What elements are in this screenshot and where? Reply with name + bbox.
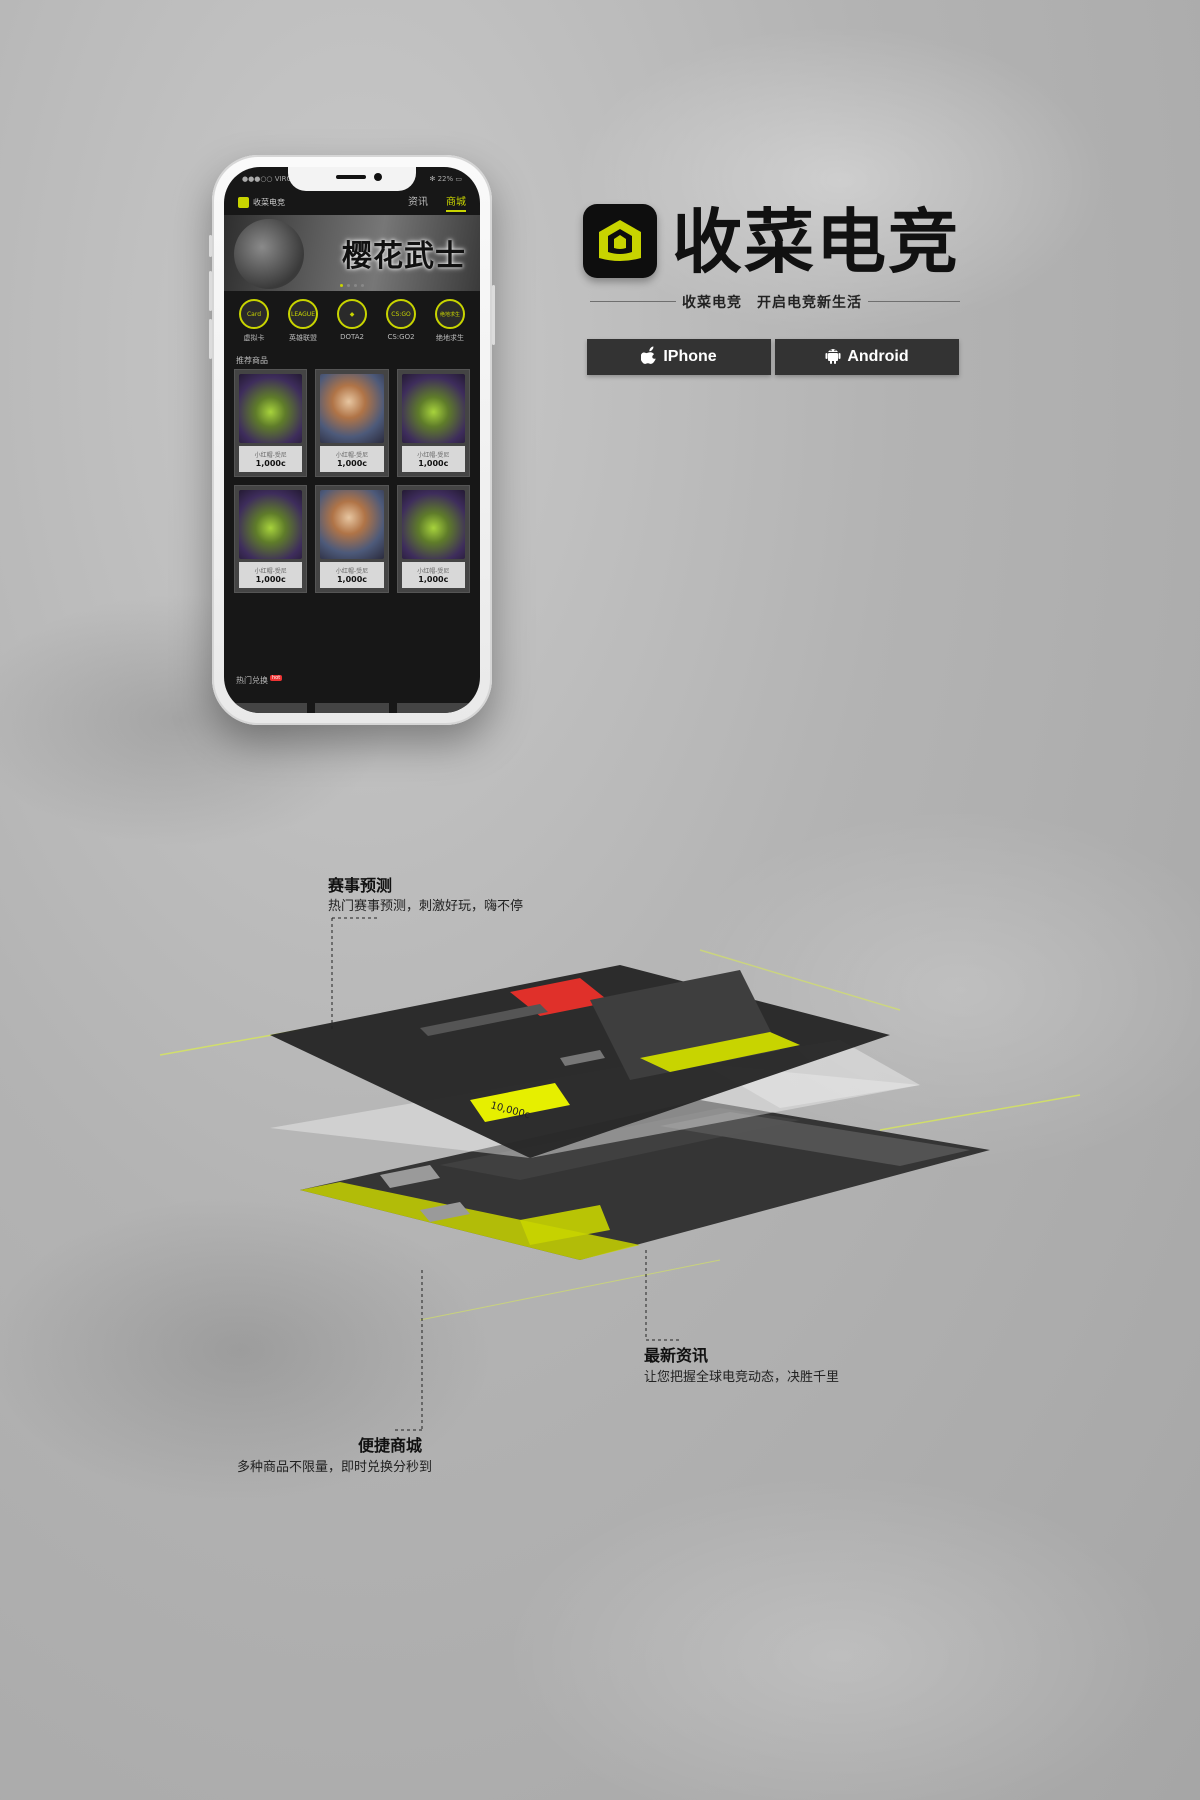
news-title: 最新资讯	[644, 1346, 709, 1365]
shop-desc: 多种商品不限量，即时兑换分秒到	[237, 1460, 433, 1475]
layered-screens-illustration: 10,000c	[159, 917, 1081, 1431]
news-desc: 让您把握全球电竞动态，决胜千里	[644, 1370, 840, 1385]
phone-notch	[288, 167, 416, 191]
shop-title: 便捷商城	[358, 1436, 423, 1455]
prediction-title: 赛事预测	[328, 876, 393, 895]
prediction-desc: 热门赛事预测，刺激好玩，嗨不停	[328, 899, 524, 914]
